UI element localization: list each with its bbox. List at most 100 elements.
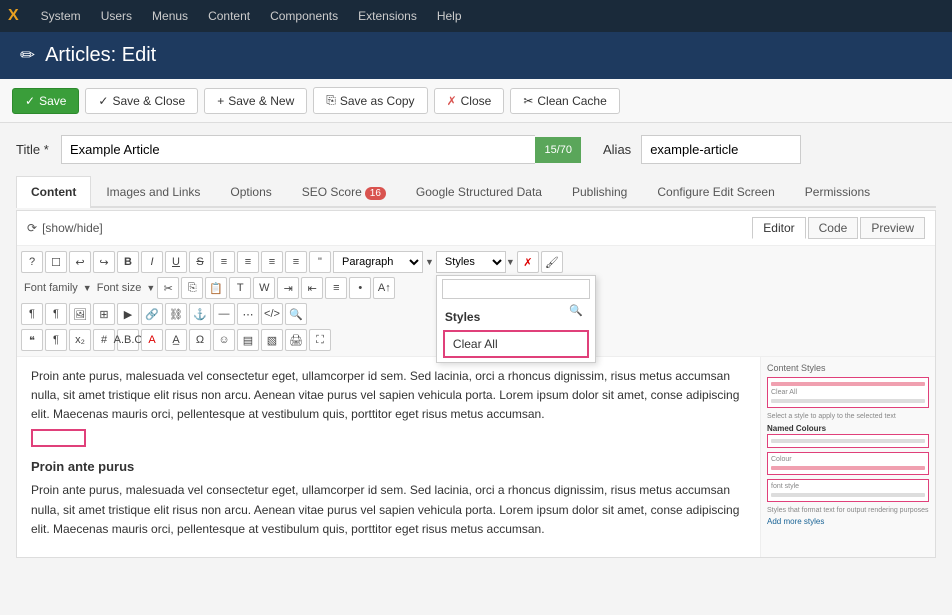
align-justify-btn[interactable]: ≡ <box>285 251 307 273</box>
unordered-list-btn[interactable]: • <box>349 277 371 299</box>
save-copy-button[interactable]: ⎘ Save as Copy <box>313 87 427 114</box>
toolbar-row-1: ? ☐ ↩ ↪ B I U S ≡ ≡ ≡ ≡ " Paragraph ▼ <box>21 249 931 275</box>
tab-permissions[interactable]: Permissions <box>790 176 885 208</box>
image-btn[interactable]: 🖼 <box>69 303 91 325</box>
editor-tab-code[interactable]: Code <box>808 217 859 239</box>
unlink-btn[interactable]: ⛓ <box>165 303 187 325</box>
copy-btn[interactable]: ⎘ <box>181 277 203 299</box>
link-btn[interactable]: 🔗 <box>141 303 163 325</box>
tab-content[interactable]: Content <box>16 176 91 208</box>
undo-btn[interactable]: ↩ <box>69 251 91 273</box>
save-new-button[interactable]: + Save & New <box>204 88 307 114</box>
menu-item-components[interactable]: Components <box>260 0 348 32</box>
styles-select[interactable]: Styles <box>436 251 506 273</box>
save-close-label: Save & Close <box>112 94 185 108</box>
menu-item-extensions[interactable]: Extensions <box>348 0 427 32</box>
back-color-btn[interactable]: A̲ <box>165 329 187 351</box>
paragraph-arrow: ▼ <box>425 257 434 267</box>
preview-box-4: font style <box>767 479 929 502</box>
paste-text-btn[interactable]: T <box>229 277 251 299</box>
emotion-btn[interactable]: ☺ <box>213 329 235 351</box>
clear-formatting-btn[interactable]: ✗ <box>517 251 539 273</box>
close-button[interactable]: ✗ Close <box>434 88 505 114</box>
bold-btn[interactable]: B <box>117 251 139 273</box>
clear-all-button[interactable]: Clear All <box>443 330 589 358</box>
fullscreen-btn[interactable]: ⛶ <box>309 329 331 351</box>
print-btn[interactable]: 🖨 <box>285 329 307 351</box>
menu-item-content[interactable]: Content <box>198 0 260 32</box>
menu-item-users[interactable]: Users <box>91 0 142 32</box>
new-doc-btn[interactable]: ☐ <box>45 251 67 273</box>
outdent-btn[interactable]: ⇤ <box>301 277 323 299</box>
save-button[interactable]: ✓ Save <box>12 88 79 114</box>
ordered-list-btn[interactable]: ≡ <box>325 277 347 299</box>
align-right-btn[interactable]: ≡ <box>261 251 283 273</box>
preview-line-3 <box>771 466 925 470</box>
tab-options[interactable]: Options <box>215 176 286 208</box>
redo-btn[interactable]: ↪ <box>93 251 115 273</box>
paragraph2-btn[interactable]: ¶ <box>45 329 67 351</box>
tab-images-links[interactable]: Images and Links <box>91 176 215 208</box>
table-btn[interactable]: ⊞ <box>93 303 115 325</box>
insert-btn[interactable]: # <box>93 329 115 351</box>
fore-color-btn[interactable]: A <box>141 329 163 351</box>
sub-btn[interactable]: x₂ <box>69 329 91 351</box>
title-row: Title * 15/70 Alias <box>16 135 936 164</box>
align-center-btn[interactable]: ≡ <box>237 251 259 273</box>
editor-tab-editor[interactable]: Editor <box>752 217 805 239</box>
template-btn[interactable]: ▧ <box>261 329 283 351</box>
search-replace-btn[interactable]: 🔍 <box>285 303 307 325</box>
font-family-arrow: ▼ <box>83 283 92 293</box>
format-btn[interactable]: ▤ <box>237 329 259 351</box>
preview-line-1 <box>771 399 925 403</box>
paragraph-select[interactable]: Paragraph <box>333 251 423 273</box>
menu-item-menus[interactable]: Menus <box>142 0 198 32</box>
underline-btn[interactable]: U <box>165 251 187 273</box>
editor-area: ⟳ [show/hide] Editor Code Preview ? ☐ ↩ … <box>16 210 936 558</box>
blockquote2-btn[interactable]: ❝ <box>21 329 43 351</box>
editor-tab-preview[interactable]: Preview <box>860 217 925 239</box>
italic-btn[interactable]: I <box>141 251 163 273</box>
styles-search-input[interactable] <box>442 279 590 299</box>
editor-main[interactable]: Proin ante purus, malesuada vel consecte… <box>17 357 760 557</box>
close-label: Close <box>461 94 492 108</box>
align-left-btn[interactable]: ≡ <box>213 251 235 273</box>
show-hide-toggle[interactable]: ⟳ [show/hide] <box>27 221 103 235</box>
anchor-btn[interactable]: ⚓ <box>189 303 211 325</box>
media-btn[interactable]: ▶ <box>117 303 139 325</box>
code-btn[interactable]: </> <box>261 303 283 325</box>
alias-input[interactable] <box>641 135 801 164</box>
format-brush-btn[interactable]: 🖌 <box>541 251 563 273</box>
menu-item-help[interactable]: Help <box>427 0 472 32</box>
save-copy-label: Save as Copy <box>340 94 415 108</box>
top-menu-bar: X System Users Menus Content Components … <box>0 0 952 32</box>
paste-word-btn[interactable]: W <box>253 277 275 299</box>
help-btn[interactable]: ? <box>21 251 43 273</box>
abbr-btn[interactable]: A.B.C <box>117 329 139 351</box>
save-close-button[interactable]: ✓ Save & Close <box>85 88 198 114</box>
char-map-btn[interactable]: Ω <box>189 329 211 351</box>
cut-btn[interactable]: ✂ <box>157 277 179 299</box>
special-char-btn[interactable]: ¶ <box>21 303 43 325</box>
blockquote-btn[interactable]: " <box>309 251 331 273</box>
add-more-styles-link[interactable]: Add more styles <box>767 517 929 526</box>
strikethrough-btn[interactable]: S <box>189 251 211 273</box>
tab-configure-edit-screen[interactable]: Configure Edit Screen <box>642 176 789 208</box>
preview-box-3: Colour <box>767 452 929 475</box>
hr-btn[interactable]: — <box>213 303 235 325</box>
non-break-btn[interactable]: ¶ <box>45 303 67 325</box>
paste-btn[interactable]: 📋 <box>205 277 227 299</box>
tab-seo-score[interactable]: SEO Score16 <box>287 176 401 208</box>
title-input-wrap: 15/70 <box>61 135 581 164</box>
clean-cache-button[interactable]: ✂ Clean Cache <box>510 88 619 114</box>
indent-btn[interactable]: ⇥ <box>277 277 299 299</box>
check-icon: ✓ <box>98 94 108 108</box>
tab-google-structured-data[interactable]: Google Structured Data <box>401 176 557 208</box>
title-input[interactable] <box>61 135 535 164</box>
preview-text-3: font style <box>771 482 925 491</box>
menu-item-system[interactable]: System <box>31 0 91 32</box>
read-more-btn[interactable]: ⋯ <box>237 303 259 325</box>
font-size-up-btn[interactable]: A↑ <box>373 277 395 299</box>
page-header: ✏ Articles: Edit <box>0 32 952 79</box>
tab-publishing[interactable]: Publishing <box>557 176 642 208</box>
